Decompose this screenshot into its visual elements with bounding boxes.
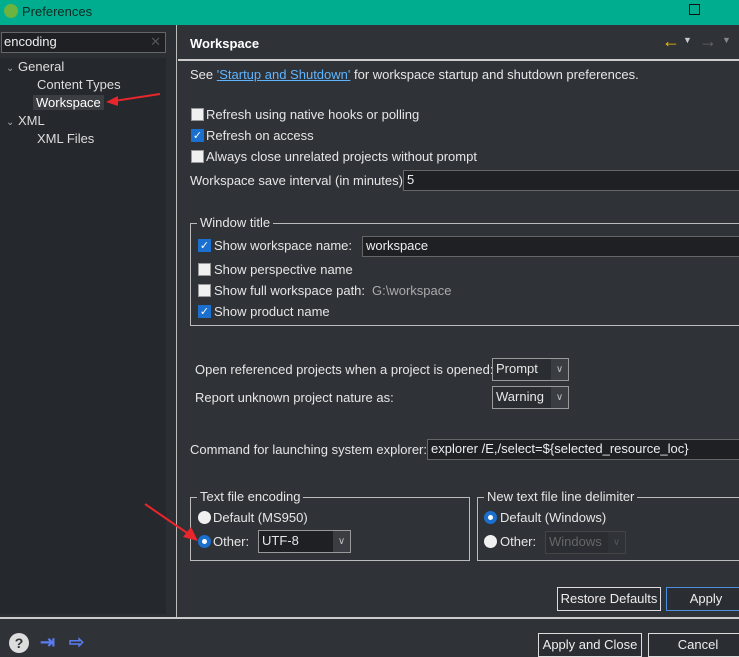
- clear-icon[interactable]: ✕: [150, 34, 161, 50]
- refresh-access-label: Refresh on access: [206, 128, 314, 143]
- title-bar: Preferences: [0, 0, 739, 25]
- show-product-name-checkbox[interactable]: ✓: [198, 305, 211, 318]
- delimiter-other-radio[interactable]: [484, 535, 497, 548]
- group-legend: Window title: [197, 215, 274, 230]
- chevron-down-icon: ∨: [551, 387, 568, 408]
- chevron-down-icon[interactable]: ⌄: [6, 63, 14, 74]
- window-title: Preferences: [22, 4, 93, 19]
- forward-menu-icon[interactable]: ▼: [722, 35, 731, 45]
- restore-defaults-button[interactable]: Restore Defaults: [557, 587, 661, 611]
- page-title: Workspace: [190, 36, 260, 51]
- explorer-command-input[interactable]: explorer /E,/select=${selected_resource_…: [427, 439, 739, 460]
- always-close-label: Always close unrelated projects without …: [206, 149, 477, 164]
- workspace-name-input[interactable]: workspace: [362, 236, 739, 257]
- maximize-icon[interactable]: [689, 4, 700, 15]
- export-icon[interactable]: ⇨: [69, 632, 84, 653]
- tree-item-workspace[interactable]: Workspace: [33, 95, 104, 110]
- startup-shutdown-link[interactable]: 'Startup and Shutdown': [217, 67, 351, 82]
- apply-button[interactable]: Apply: [666, 587, 739, 611]
- show-workspace-name-checkbox[interactable]: ✓: [198, 239, 211, 252]
- encoding-other-label: Other:: [213, 534, 250, 549]
- delimiter-default-label: Default (Windows): [500, 510, 607, 525]
- always-close-checkbox[interactable]: [191, 150, 204, 163]
- show-full-path-checkbox[interactable]: [198, 284, 211, 297]
- encoding-default-label: Default (MS950): [213, 510, 308, 525]
- delimiter-default-radio[interactable]: [484, 511, 497, 524]
- open-referenced-select[interactable]: Prompt ∨: [492, 358, 569, 381]
- show-workspace-name-label: Show workspace name:: [214, 238, 353, 253]
- report-nature-label: Report unknown project nature as:: [195, 390, 394, 405]
- back-menu-icon[interactable]: ▼: [683, 35, 692, 45]
- group-legend: New text file line delimiter: [484, 489, 638, 504]
- tree-item-general[interactable]: ⌄ General: [6, 59, 64, 74]
- filter-input[interactable]: encoding ✕: [1, 32, 166, 53]
- import-icon[interactable]: ⇥: [40, 632, 55, 653]
- show-perspective-name-checkbox[interactable]: [198, 263, 211, 276]
- chevron-down-icon: ∨: [333, 531, 350, 552]
- tree-item-xml[interactable]: ⌄ XML: [6, 113, 45, 128]
- delimiter-select[interactable]: Windows ∨: [545, 531, 626, 554]
- open-referenced-label: Open referenced projects when a project …: [195, 362, 494, 377]
- refresh-native-checkbox[interactable]: [191, 108, 204, 121]
- tree-item-xml-files[interactable]: XML Files: [37, 131, 94, 146]
- full-path-value: G:\workspace: [372, 283, 452, 298]
- annotation-arrow-icon: [144, 503, 198, 541]
- apply-and-close-button[interactable]: Apply and Close: [538, 633, 642, 657]
- delimiter-other-label: Other:: [500, 534, 537, 549]
- page-header: Workspace ← ▼ → ▼: [178, 25, 739, 61]
- chevron-down-icon[interactable]: ⌄: [6, 117, 14, 128]
- app-logo-icon: [4, 4, 18, 18]
- show-perspective-name-label: Show perspective name: [214, 262, 353, 277]
- chevron-down-icon: ∨: [551, 359, 568, 380]
- cancel-button[interactable]: Cancel: [648, 633, 739, 657]
- show-product-name-label: Show product name: [214, 304, 330, 319]
- chevron-down-icon: ∨: [608, 532, 625, 553]
- help-icon[interactable]: ?: [9, 633, 29, 653]
- forward-arrow-icon[interactable]: →: [699, 31, 717, 52]
- refresh-access-checkbox[interactable]: ✓: [191, 129, 204, 142]
- report-nature-select[interactable]: Warning ∨: [492, 386, 569, 409]
- refresh-native-label: Refresh using native hooks or polling: [206, 107, 420, 122]
- tree-label: General: [18, 59, 65, 74]
- tree-label: XML: [18, 113, 45, 128]
- save-interval-input[interactable]: 5: [403, 170, 739, 191]
- dialog-footer: ? ⇥ ⇨ Apply and Close Cancel: [0, 617, 739, 657]
- back-arrow-icon[interactable]: ←: [662, 31, 680, 52]
- encoding-select[interactable]: UTF-8 ∨: [258, 530, 351, 553]
- explorer-command-label: Command for launching system explorer:: [190, 442, 427, 457]
- save-interval-label: Workspace save interval (in minutes):: [190, 173, 407, 188]
- show-full-path-label: Show full workspace path:: [214, 283, 366, 298]
- intro-text: See 'Startup and Shutdown' for workspace…: [190, 67, 639, 82]
- group-legend: Text file encoding: [197, 489, 304, 504]
- annotation-arrow-icon: [106, 93, 161, 106]
